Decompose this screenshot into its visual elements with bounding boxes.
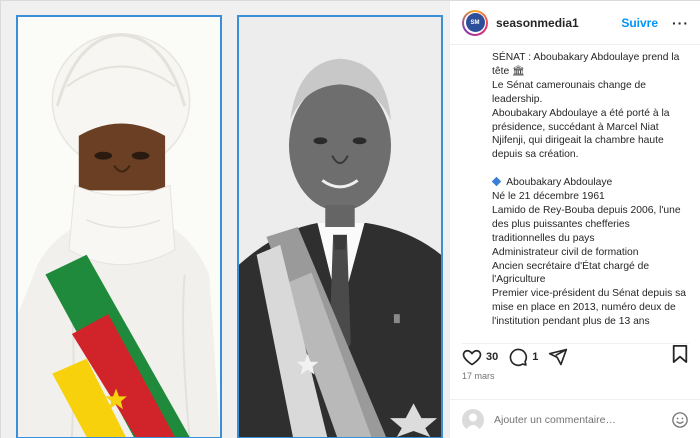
comment-button[interactable]: 1	[508, 347, 538, 367]
caption-line: Premier vice-président du Sénat depuis s…	[492, 288, 687, 328]
instagram-post: SM seasonmedia1 Suivre ··· SÉNAT : Aboub…	[0, 0, 700, 438]
caption-line: Ancien secrétaire d'État chargé de l'Agr…	[492, 260, 650, 286]
viewer-avatar	[462, 408, 484, 431]
post-actions: 30 1	[462, 343, 689, 367]
more-options-icon[interactable]: ···	[672, 15, 689, 31]
caption-line: Lamido de Rey-Bouba depuis 2006, l'une d…	[492, 204, 681, 244]
caption-line: Le Sénat camerounais change de leadershi…	[492, 79, 646, 105]
classical-building-icon: 🏛	[512, 65, 525, 77]
comment-icon	[509, 348, 528, 366]
post-header: SM seasonmedia1 Suivre ···	[450, 1, 700, 45]
caption-line: Aboubakary Abdoulaye a été porté à la pr…	[492, 107, 670, 161]
share-icon	[549, 348, 568, 365]
portrait-turban-image	[18, 17, 220, 437]
emoji-icon[interactable]	[671, 411, 689, 429]
like-button[interactable]: 30	[462, 347, 498, 367]
post-side-panel: SM seasonmedia1 Suivre ··· SÉNAT : Aboub…	[449, 1, 700, 438]
share-button[interactable]	[548, 347, 568, 367]
author-avatar-logo: SM	[465, 13, 485, 32]
follow-button[interactable]: Suivre	[621, 16, 658, 30]
caption-title: SÉNAT : Aboubakary Abdoulaye prend la tê…	[492, 52, 680, 77]
author-avatar[interactable]: SM	[462, 9, 488, 36]
portrait-right	[237, 15, 443, 438]
user-silhouette-icon	[465, 413, 481, 431]
author-avatar-ring: SM	[464, 11, 486, 34]
save-button[interactable]	[671, 344, 689, 369]
caption-line: Administrateur civil de formation	[492, 246, 639, 258]
author-username[interactable]: seasonmedia1	[496, 16, 579, 30]
portrait-left	[16, 15, 222, 438]
heart-icon	[462, 349, 482, 365]
post-date: 17 mars	[462, 371, 495, 381]
likes-count: 30	[486, 350, 499, 363]
bookmark-icon	[672, 345, 688, 363]
portrait-suit-image	[239, 17, 441, 437]
caption-line: Né le 21 décembre 1961	[492, 191, 605, 203]
caption-subtitle: Aboubakary Abdoulaye	[492, 176, 692, 190]
blue-diamond-icon	[492, 176, 502, 187]
post-media[interactable]	[1, 1, 449, 438]
comments-count: 1	[532, 350, 539, 363]
comment-composer	[450, 399, 700, 438]
comment-input[interactable]	[494, 413, 671, 426]
post-caption: SÉNAT : Aboubakary Abdoulaye prend la tê…	[492, 51, 692, 341]
